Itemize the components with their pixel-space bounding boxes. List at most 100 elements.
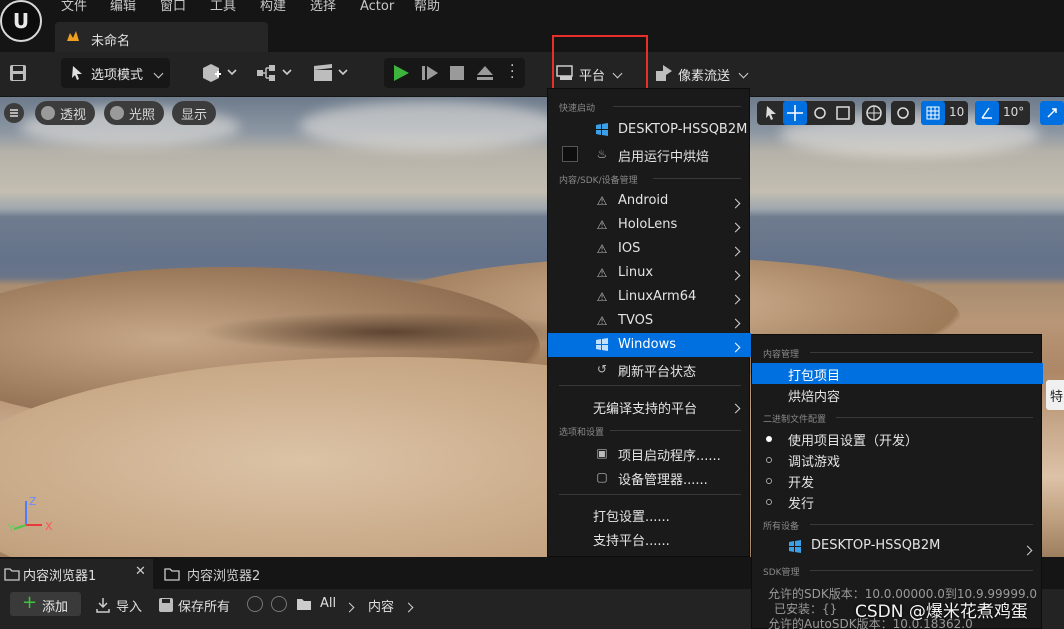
add-button[interactable]: + 添加	[10, 592, 81, 616]
side-tooltip: 特	[1046, 380, 1064, 410]
platform-tvos[interactable]: ⚠ TVOS	[548, 309, 751, 333]
cook-content-label: 烘焙内容	[788, 390, 841, 405]
menu-help[interactable]: 帮助	[414, 0, 440, 14]
refresh-platform-status[interactable]: ↺ 刷新平台状态	[548, 357, 751, 381]
menu-tools[interactable]: 工具	[210, 0, 236, 14]
bake-on-run-item[interactable]: ♨ 启用运行中烘焙	[548, 142, 751, 166]
add-actor-button[interactable]	[201, 62, 239, 84]
show-button[interactable]: 显示	[172, 101, 217, 125]
level-tab[interactable]: 未命名	[55, 22, 268, 52]
refresh-icon: ↺	[596, 362, 608, 376]
config-development[interactable]: 开发	[752, 470, 1043, 491]
folder-icon[interactable]	[296, 597, 312, 611]
import-button[interactable]: 导入	[95, 595, 145, 615]
stop-icon[interactable]	[449, 65, 465, 81]
platform-linux[interactable]: ⚠ Linux	[548, 261, 751, 285]
supported-platforms[interactable]: 支持平台......	[548, 526, 751, 550]
save-icon[interactable]	[8, 63, 28, 83]
path-content[interactable]: 内容	[368, 596, 394, 615]
project-launcher-label: 项目启动程序......	[618, 449, 721, 464]
more-options-icon[interactable]: · · ·	[510, 59, 514, 85]
tab-content-browser-1[interactable]: 内容浏览器1 ✕	[0, 559, 153, 589]
quick-launch-header: 快速启动	[559, 104, 596, 114]
close-icon[interactable]: ✕	[135, 564, 146, 579]
platform-hololens-label: HoloLens	[618, 217, 678, 232]
config-shipping-label: 发行	[788, 497, 815, 512]
cook-pot-icon: ♨	[596, 147, 608, 161]
back-icon[interactable]	[247, 596, 263, 612]
menu-edit[interactable]: 编辑	[110, 0, 136, 14]
scale-tool-icon[interactable]	[835, 105, 851, 121]
save-all-icon	[159, 598, 173, 612]
platform-ios[interactable]: ⚠ IOS	[548, 237, 751, 261]
unreal-logo[interactable]: U	[0, 0, 42, 42]
config-shipping[interactable]: 发行	[752, 491, 1043, 512]
path-all[interactable]: All	[320, 596, 336, 611]
bake-checkbox[interactable]	[562, 146, 578, 162]
quick-launch-device-label: DESKTOP-HSSQB2M	[618, 122, 748, 137]
grid-snap-button[interactable]: 10	[921, 101, 968, 125]
highlight-box	[552, 35, 648, 93]
package-project-item[interactable]: 打包项目	[752, 363, 1043, 384]
axis-gizmo: Z X Y	[6, 495, 56, 535]
select-tool-icon[interactable]	[763, 105, 779, 121]
platform-ios-label: IOS	[618, 241, 641, 256]
cook-content-item[interactable]: 烘焙内容	[752, 384, 1043, 405]
play-icon[interactable]	[392, 64, 410, 82]
world-space-button[interactable]	[862, 101, 886, 125]
quick-launch-device[interactable]: DESKTOP-HSSQB2M	[548, 118, 751, 142]
project-launcher[interactable]: ▣ 项目启动程序......	[548, 441, 751, 465]
menu-build[interactable]: 构建	[260, 0, 286, 14]
pixel-streaming-button[interactable]: 像素流送	[655, 62, 749, 84]
save-all-button[interactable]: 保存所有	[158, 595, 236, 615]
rotate-tool-icon[interactable]	[812, 105, 828, 121]
level-tab-title: 未命名	[91, 34, 131, 49]
platform-hololens[interactable]: ⚠ HoloLens	[548, 213, 751, 237]
device-manager[interactable]: ▢ 设备管理器......	[548, 465, 751, 489]
surface-snap-icon	[897, 107, 909, 119]
perspective-button[interactable]: 透视	[35, 101, 96, 125]
axis-y-label: Y	[8, 522, 15, 535]
show-label: 显示	[181, 107, 208, 123]
folder-search-icon	[164, 568, 180, 581]
package-settings-label: 打包设置......	[593, 510, 670, 525]
step-icon[interactable]	[421, 64, 439, 82]
rotate-snap-button[interactable]: 10°	[975, 101, 1030, 125]
package-settings[interactable]: 打包设置......	[548, 502, 751, 526]
sdk-mgmt-header: SDK管理	[763, 568, 800, 578]
add-label: 添加	[42, 600, 69, 615]
menu-window[interactable]: 窗口	[160, 0, 186, 14]
lighting-button[interactable]: 光照	[104, 101, 165, 125]
platform-windows[interactable]: Windows	[548, 333, 751, 357]
tab-content-browser-2[interactable]: 内容浏览器2	[160, 559, 310, 589]
move-tool-icon[interactable]	[783, 101, 807, 125]
device-item[interactable]: DESKTOP-HSSQB2M	[752, 536, 1043, 557]
no-compile-platforms[interactable]: 无编译支持的平台	[548, 394, 751, 418]
lighting-label: 光照	[129, 107, 156, 123]
windows-submenu: 内容管理 打包项目 烘焙内容 二进制文件配置 使用项目设置（开发） 调试游戏 开…	[751, 334, 1043, 629]
config-project-settings[interactable]: 使用项目设置（开发）	[752, 428, 1043, 449]
platform-linuxarm64[interactable]: ⚠ LinuxArm64	[548, 285, 751, 309]
launcher-icon: ▣	[596, 446, 608, 460]
plus-icon: +	[22, 592, 38, 613]
menu-file[interactable]: 文件	[61, 0, 87, 14]
menu-select[interactable]: 选择	[310, 0, 336, 14]
forward-icon[interactable]	[271, 596, 287, 612]
menu-actor[interactable]: Actor	[360, 0, 394, 14]
level-icon	[67, 31, 79, 41]
angle-icon	[975, 101, 999, 125]
platform-android[interactable]: ⚠ Android	[548, 189, 751, 213]
transform-tools	[757, 101, 855, 125]
scale-snap-button[interactable]	[1040, 101, 1064, 125]
surface-snap-button[interactable]	[891, 101, 915, 125]
eject-icon[interactable]	[476, 64, 494, 82]
binary-config-header: 二进制文件配置	[763, 415, 827, 425]
config-debug-game[interactable]: 调试游戏	[752, 449, 1043, 470]
viewport-menu-button[interactable]	[4, 103, 24, 123]
import-label: 导入	[116, 600, 143, 615]
warning-icon: ⚠	[596, 290, 608, 304]
cinematics-button[interactable]	[312, 62, 350, 84]
mode-select-button[interactable]: 选项模式	[61, 58, 170, 88]
select-mode-icon	[72, 66, 82, 80]
blueprint-button[interactable]	[256, 62, 294, 84]
